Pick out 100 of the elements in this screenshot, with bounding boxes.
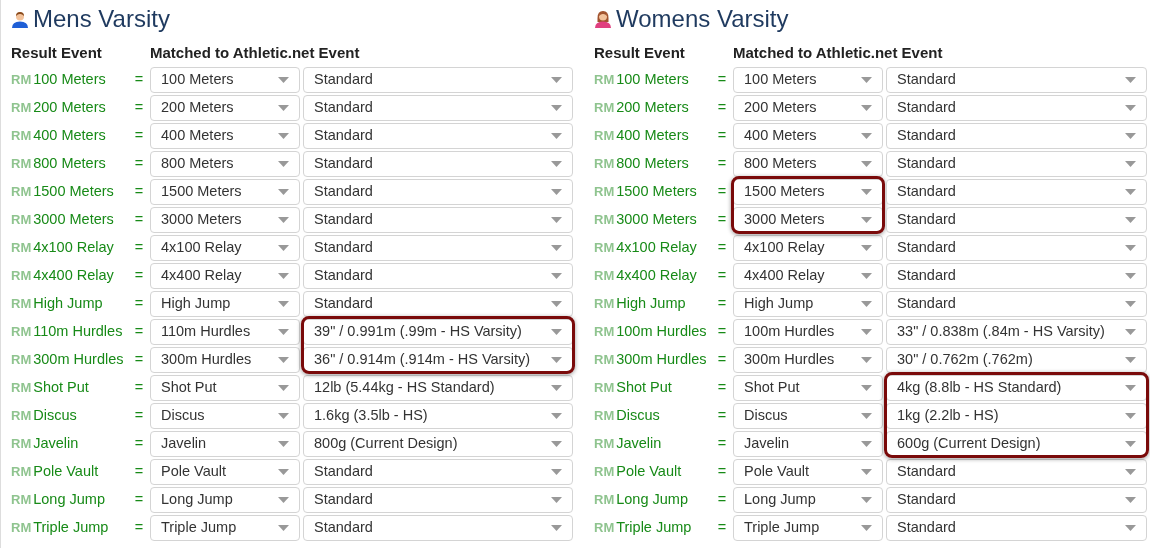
- event-select[interactable]: 4x100 Relay: [150, 235, 300, 261]
- event-select[interactable]: 4x400 Relay: [150, 263, 300, 289]
- variant-select[interactable]: 1.6kg (3.5lb - HS): [303, 403, 573, 429]
- event-select[interactable]: Discus: [733, 403, 883, 429]
- variant-select[interactable]: Standard: [886, 123, 1147, 149]
- event-select[interactable]: Shot Put: [150, 375, 300, 401]
- dropdown-caret-icon: [551, 77, 562, 83]
- result-event: 300m Hurdles: [33, 350, 125, 370]
- event-select[interactable]: Javelin: [733, 431, 883, 457]
- event-select[interactable]: Pole Vault: [150, 459, 300, 485]
- event-select[interactable]: 100 Meters: [733, 67, 883, 93]
- result-event: Long Jump: [616, 490, 689, 510]
- result-event: Discus: [616, 406, 661, 426]
- variant-select[interactable]: Standard: [886, 207, 1147, 233]
- dropdown-caret-icon: [278, 301, 289, 307]
- variant-select[interactable]: 39" / 0.991m (.99m - HS Varsity): [303, 319, 573, 345]
- event-select[interactable]: Javelin: [150, 431, 300, 457]
- variant-select[interactable]: Standard: [886, 459, 1147, 485]
- variant-select[interactable]: Standard: [303, 67, 573, 93]
- event-select[interactable]: 1500 Meters: [150, 179, 300, 205]
- event-select[interactable]: 4x100 Relay: [733, 235, 883, 261]
- event-select[interactable]: High Jump: [150, 291, 300, 317]
- variant-select[interactable]: Standard: [303, 235, 573, 261]
- event-select[interactable]: Long Jump: [733, 487, 883, 513]
- variant-select[interactable]: Standard: [303, 151, 573, 177]
- dropdown-caret-icon: [861, 217, 872, 223]
- event-select[interactable]: Long Jump: [150, 487, 300, 513]
- result-event: Triple Jump: [33, 518, 110, 538]
- variant-select[interactable]: Standard: [886, 95, 1147, 121]
- equals-sign: =: [133, 490, 145, 510]
- event-select[interactable]: Shot Put: [733, 375, 883, 401]
- variant-select[interactable]: Standard: [886, 151, 1147, 177]
- variant-select[interactable]: Standard: [303, 291, 573, 317]
- variant-select[interactable]: Standard: [886, 515, 1147, 541]
- variant-select[interactable]: Standard: [886, 179, 1147, 205]
- column-header: Matched to Athletic.net Event: [150, 42, 360, 63]
- dropdown-caret-icon: [1125, 245, 1136, 251]
- equals-sign: =: [133, 210, 145, 230]
- equals-sign: =: [716, 70, 728, 90]
- variant-select[interactable]: Standard: [886, 67, 1147, 93]
- variant-select[interactable]: Standard: [303, 179, 573, 205]
- event-select[interactable]: 100 Meters: [150, 67, 300, 93]
- variant-select[interactable]: 800g (Current Design): [303, 431, 573, 457]
- variant-select[interactable]: 1kg (2.2lb - HS): [886, 403, 1147, 429]
- event-select[interactable]: 400 Meters: [150, 123, 300, 149]
- rm-tag: RM: [11, 322, 32, 342]
- equals-sign: =: [716, 322, 728, 342]
- variant-select[interactable]: Standard: [303, 487, 573, 513]
- rm-tag: RM: [11, 126, 32, 146]
- event-select[interactable]: 4x400 Relay: [733, 263, 883, 289]
- event-select[interactable]: High Jump: [733, 291, 883, 317]
- rm-tag: RM: [11, 406, 32, 426]
- rm-tag: RM: [594, 462, 615, 482]
- equals-sign: =: [133, 294, 145, 314]
- rm-tag: RM: [11, 98, 32, 118]
- variant-select[interactable]: 33" / 0.838m (.84m - HS Varsity): [886, 319, 1147, 345]
- variant-select[interactable]: 30" / 0.762m (.762m): [886, 347, 1147, 373]
- variant-select[interactable]: Standard: [886, 487, 1147, 513]
- event-select[interactable]: 800 Meters: [733, 151, 883, 177]
- rm-tag: RM: [11, 70, 32, 90]
- dropdown-caret-icon: [551, 413, 562, 419]
- variant-select[interactable]: Standard: [886, 235, 1147, 261]
- variant-select[interactable]: Standard: [886, 291, 1147, 317]
- event-select[interactable]: Discus: [150, 403, 300, 429]
- rm-tag: RM: [594, 378, 615, 398]
- dropdown-caret-icon: [861, 77, 872, 83]
- event-select[interactable]: 400 Meters: [733, 123, 883, 149]
- variant-select[interactable]: 12lb (5.44kg - HS Standard): [303, 375, 573, 401]
- variant-select[interactable]: 4kg (8.8lb - HS Standard): [886, 375, 1147, 401]
- event-select[interactable]: 3000 Meters: [150, 207, 300, 233]
- event-select[interactable]: 200 Meters: [150, 95, 300, 121]
- event-select[interactable]: 300m Hurdles: [733, 347, 883, 373]
- equals-sign: =: [716, 98, 728, 118]
- event-select[interactable]: Triple Jump: [150, 515, 300, 541]
- variant-select[interactable]: Standard: [303, 95, 573, 121]
- variant-select[interactable]: Standard: [303, 123, 573, 149]
- variant-select[interactable]: Standard: [886, 263, 1147, 289]
- result-event: 3000 Meters: [33, 210, 115, 230]
- variant-select[interactable]: Standard: [303, 459, 573, 485]
- dropdown-caret-icon: [861, 413, 872, 419]
- variant-select[interactable]: Standard: [303, 207, 573, 233]
- rm-tag: RM: [594, 126, 615, 146]
- rm-tag: RM: [594, 98, 615, 118]
- event-select[interactable]: 200 Meters: [733, 95, 883, 121]
- variant-select[interactable]: Standard: [303, 263, 573, 289]
- dropdown-caret-icon: [861, 329, 872, 335]
- event-select[interactable]: Triple Jump: [733, 515, 883, 541]
- dropdown-caret-icon: [551, 301, 562, 307]
- equals-sign: =: [716, 294, 728, 314]
- event-select[interactable]: Pole Vault: [733, 459, 883, 485]
- equals-sign: =: [716, 406, 728, 426]
- event-select[interactable]: 300m Hurdles: [150, 347, 300, 373]
- variant-select[interactable]: Standard: [303, 515, 573, 541]
- dropdown-caret-icon: [1125, 413, 1136, 419]
- event-select[interactable]: 100m Hurdles: [733, 319, 883, 345]
- event-select[interactable]: 800 Meters: [150, 151, 300, 177]
- dropdown-caret-icon: [861, 441, 872, 447]
- event-select[interactable]: 110m Hurdles: [150, 319, 300, 345]
- dropdown-caret-icon: [551, 245, 562, 251]
- event-select[interactable]: 1500 Meters: [733, 179, 883, 205]
